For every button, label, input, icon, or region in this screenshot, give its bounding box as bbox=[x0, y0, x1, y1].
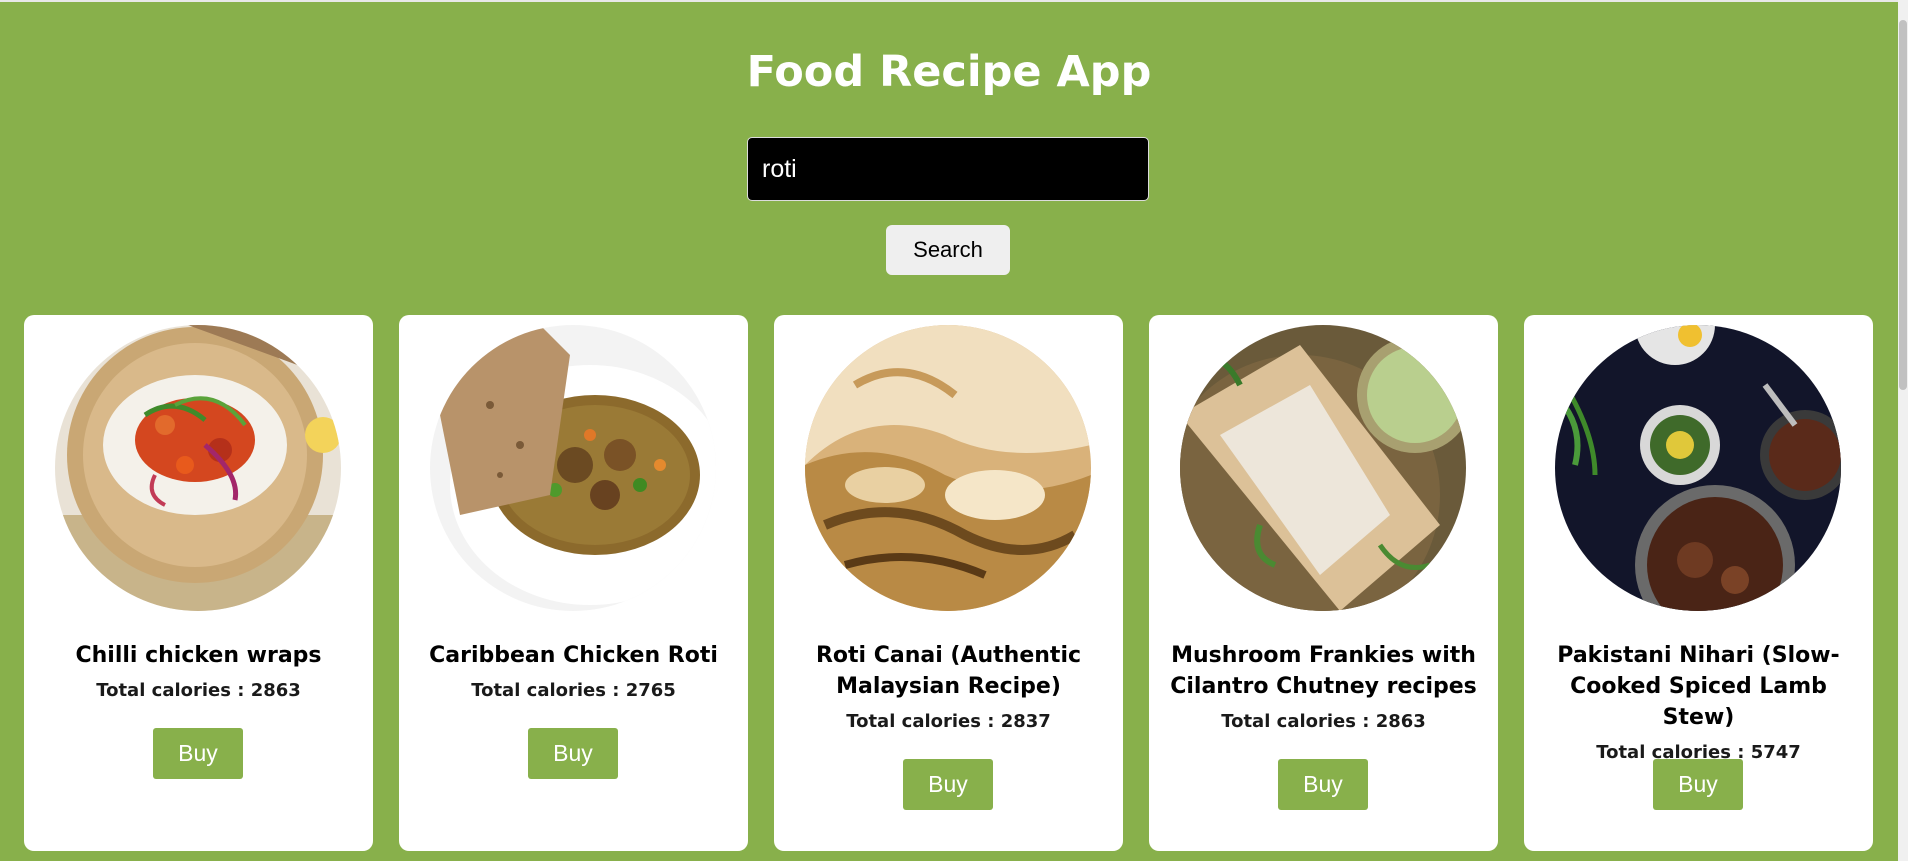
buy-button[interactable]: Buy bbox=[528, 728, 618, 779]
buy-button[interactable]: Buy bbox=[903, 759, 993, 810]
recipe-name: Caribbean Chicken Roti bbox=[429, 643, 718, 668]
recipe-name: Chilli chicken wraps bbox=[75, 643, 322, 668]
recipe-title: Roti Canai (Authentic Malaysian Recipe) … bbox=[774, 640, 1123, 737]
recipe-name: Mushroom Frankies with Cilantro Chutney … bbox=[1170, 643, 1477, 699]
recipe-calories: Total calories : 2863 bbox=[1221, 711, 1426, 732]
recipe-calories: Total calories : 2765 bbox=[471, 680, 676, 701]
recipe-card: Caribbean Chicken Roti Total calories : … bbox=[399, 315, 748, 851]
recipe-card: Roti Canai (Authentic Malaysian Recipe) … bbox=[774, 315, 1123, 851]
vertical-scrollbar[interactable] bbox=[1898, 0, 1908, 861]
recipe-card: Chilli chicken wraps Total calories : 28… bbox=[24, 315, 373, 851]
scrollbar-thumb[interactable] bbox=[1899, 20, 1907, 390]
window-top-border bbox=[0, 0, 1898, 2]
recipe-card: Mushroom Frankies with Cilantro Chutney … bbox=[1149, 315, 1498, 851]
recipe-title: Caribbean Chicken Roti Total calories : … bbox=[399, 640, 748, 706]
chilli-chicken-wrap-photo bbox=[55, 325, 341, 611]
recipe-calories: Total calories : 2837 bbox=[846, 711, 1051, 732]
recipe-title: Chilli chicken wraps Total calories : 28… bbox=[24, 640, 373, 706]
search-button[interactable]: Search bbox=[886, 225, 1010, 275]
lamb-stew-table-photo bbox=[1555, 325, 1841, 611]
recipe-calories: Total calories : 2863 bbox=[96, 680, 301, 701]
recipe-title: Pakistani Nihari (Slow-Cooked Spiced Lam… bbox=[1524, 640, 1873, 768]
buy-button[interactable]: Buy bbox=[1653, 759, 1743, 810]
recipe-name: Pakistani Nihari (Slow-Cooked Spiced Lam… bbox=[1557, 643, 1840, 730]
chicken-curry-roti-photo bbox=[430, 325, 716, 611]
recipe-name: Roti Canai (Authentic Malaysian Recipe) bbox=[815, 643, 1082, 699]
page-title: Food Recipe App bbox=[746, 47, 1152, 97]
page: Food Recipe App Search bbox=[0, 0, 1898, 861]
search-input[interactable] bbox=[747, 137, 1149, 201]
flaky-flatbread-photo bbox=[805, 325, 1091, 611]
buy-button[interactable]: Buy bbox=[1278, 759, 1368, 810]
wrapped-frankie-photo bbox=[1180, 325, 1466, 611]
recipe-title: Mushroom Frankies with Cilantro Chutney … bbox=[1149, 640, 1498, 737]
recipe-card: Pakistani Nihari (Slow-Cooked Spiced Lam… bbox=[1524, 315, 1873, 851]
buy-button[interactable]: Buy bbox=[153, 728, 243, 779]
